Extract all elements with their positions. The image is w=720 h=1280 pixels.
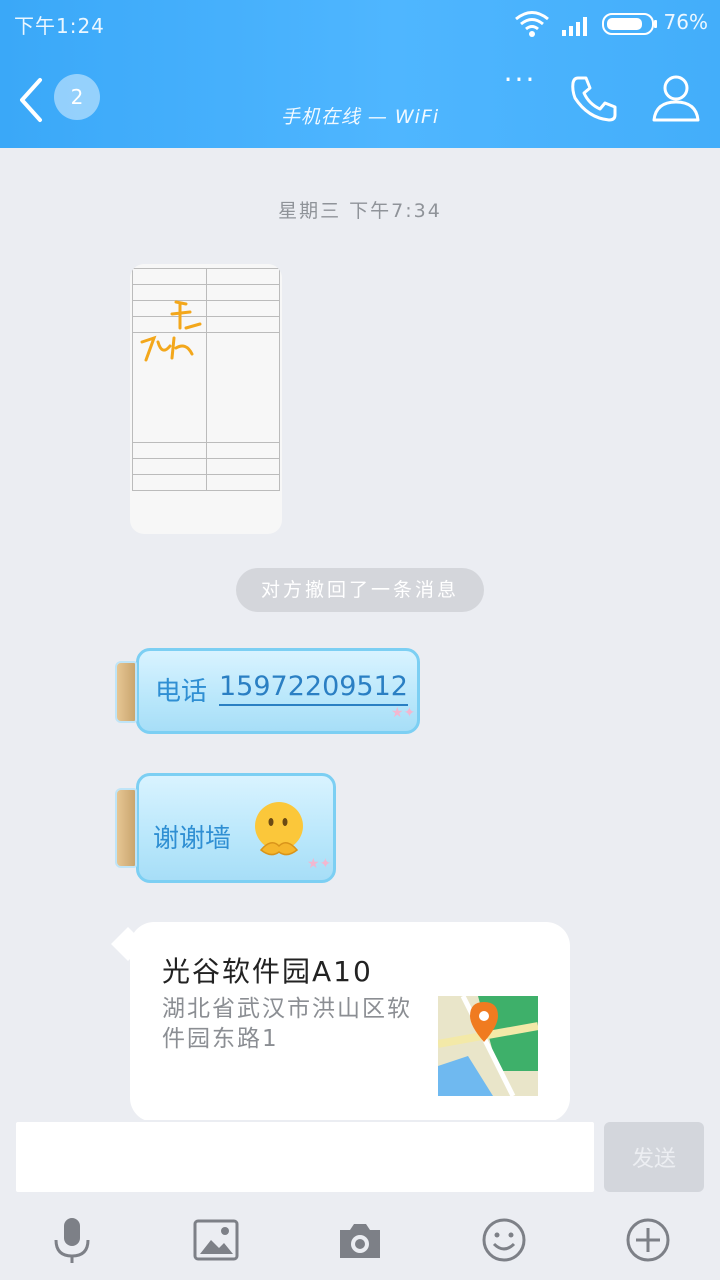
wifi-icon <box>515 11 549 37</box>
thanks-message-bubble[interactable]: 谢谢墙 ★✦ <box>115 773 336 883</box>
recall-notice: 对方撤回了一条消息 <box>236 568 484 612</box>
person-icon[interactable] <box>648 70 704 126</box>
bottle-cork <box>115 661 137 723</box>
input-row: 发送 <box>0 1120 720 1200</box>
location-title: 光谷软件园A10 <box>162 955 373 988</box>
phone-number-link[interactable]: 15972209512 <box>219 671 408 706</box>
handwriting-scribble <box>140 300 202 362</box>
bottom-toolbar <box>0 1200 720 1280</box>
bottle-cork <box>115 788 137 868</box>
star-decoration-icon: ★✦ <box>391 705 416 721</box>
phone-label: 电话 <box>155 677 208 707</box>
chat-area[interactable]: 星期三 下午7:34 对方撤回了一条消息 电话 15972209512 ★✦ 谢… <box>0 148 720 1122</box>
image-message[interactable] <box>130 264 282 534</box>
thanks-text: 谢谢墙 <box>153 824 232 854</box>
location-message-card[interactable]: 光谷软件园A10 湖北省武汉市洪山区软件园东路1 <box>111 922 570 1122</box>
status-time: 下午1:24 <box>14 14 105 38</box>
message-timestamp: 星期三 下午7:34 <box>278 200 442 222</box>
send-button[interactable]: 发送 <box>604 1122 704 1192</box>
battery-icon <box>602 13 657 35</box>
star-decoration-icon: ★✦ <box>307 856 332 872</box>
status-bar: 下午1:24 76% <box>0 0 720 48</box>
map-thumbnail <box>438 996 538 1096</box>
phone-icon[interactable] <box>566 72 622 126</box>
microphone-icon[interactable] <box>48 1216 96 1264</box>
chat-header: 下午1:24 76% 2 手机在线 — WiFi ··· <box>0 0 720 148</box>
image-icon[interactable] <box>192 1216 240 1264</box>
emoji-icon[interactable] <box>480 1216 528 1264</box>
camera-icon[interactable] <box>336 1216 384 1264</box>
message-input[interactable] <box>16 1122 594 1192</box>
battery-percent: 76% <box>663 10 708 34</box>
more-icon[interactable]: ··· <box>498 66 542 100</box>
phone-message-bubble[interactable]: 电话 15972209512 ★✦ <box>115 648 420 734</box>
signal-icon <box>562 17 587 36</box>
location-address: 湖北省武汉市洪山区软件园东路1 <box>162 996 412 1052</box>
bubble-tail <box>111 927 145 961</box>
shy-face-icon <box>255 802 303 856</box>
plus-icon[interactable] <box>624 1216 672 1264</box>
